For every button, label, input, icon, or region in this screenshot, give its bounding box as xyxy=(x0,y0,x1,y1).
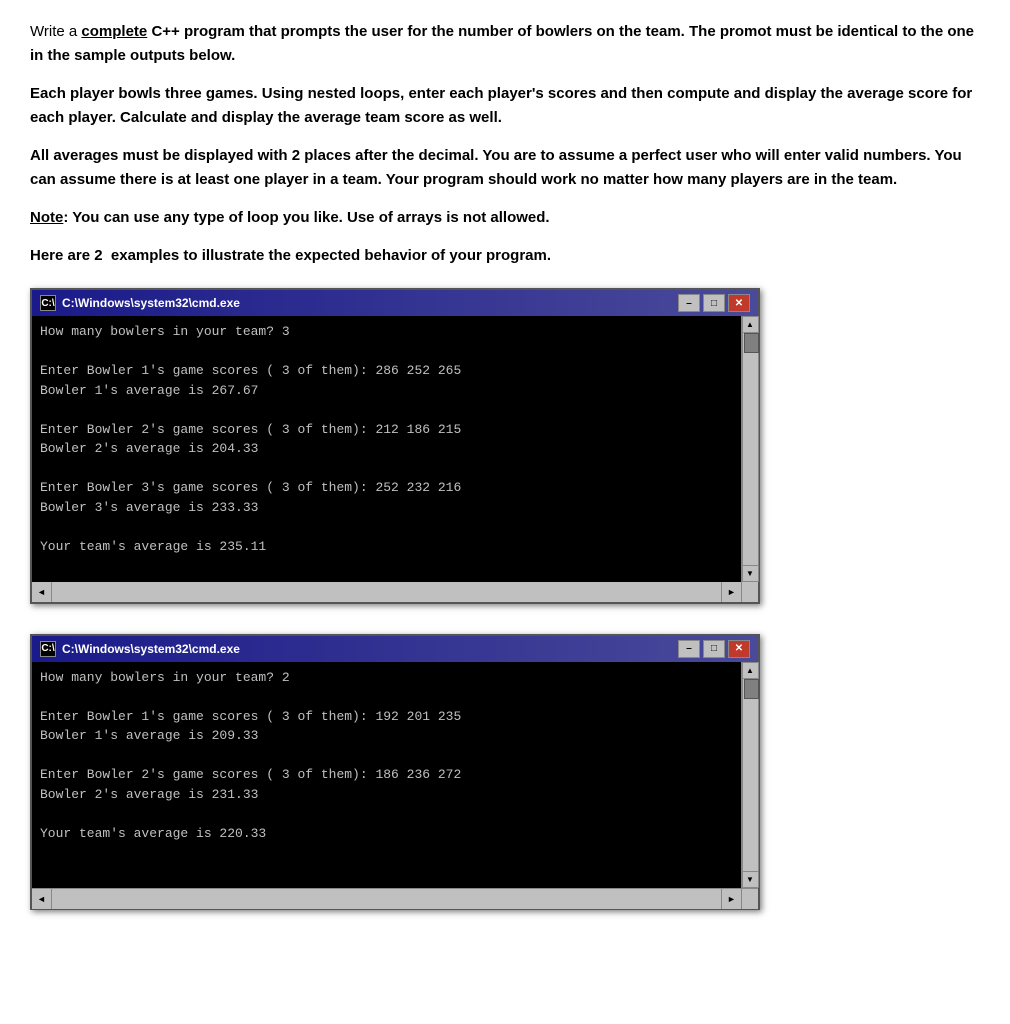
scrollbar-down-arrow-1[interactable]: ▼ xyxy=(742,565,759,582)
cmd-line xyxy=(40,804,733,824)
cmd-line xyxy=(40,556,733,576)
cmd-window-2: C:\ C:\Windows\system32\cmd.exe – □ ✕ Ho… xyxy=(30,634,760,911)
statusbar-track-2[interactable] xyxy=(52,889,721,909)
paragraph-4: Note: You can use any type of loop you l… xyxy=(30,206,980,230)
underline-complete: complete xyxy=(81,23,147,40)
cmd-statusbar-1: ◄ ► xyxy=(32,582,758,602)
cmd-line xyxy=(40,746,733,766)
cmd-statusbar-2: ◄ ► xyxy=(32,888,758,908)
cmd-line xyxy=(40,843,733,863)
cmd-close-btn-1[interactable]: ✕ xyxy=(728,294,750,312)
cmd-titlebar-2: C:\ C:\Windows\system32\cmd.exe – □ ✕ xyxy=(32,636,758,662)
instructions-block: Write a complete C++ program that prompt… xyxy=(30,20,980,268)
cmd-titlebar-left-1: C:\ C:\Windows\system32\cmd.exe xyxy=(40,295,240,311)
cmd-line: Bowler 1's average is 209.33 xyxy=(40,726,733,746)
cmd-close-btn-2[interactable]: ✕ xyxy=(728,640,750,658)
statusbar-corner-1 xyxy=(741,582,758,602)
cmd-icon-1: C:\ xyxy=(40,295,56,311)
cmd-line xyxy=(40,687,733,707)
cmd-line: Bowler 2's average is 204.33 xyxy=(40,439,733,459)
cmd-body-wrapper-1: How many bowlers in your team? 3 Enter B… xyxy=(32,316,758,582)
scrollbar-up-arrow-1[interactable]: ▲ xyxy=(742,316,759,333)
statusbar-left-arrow-2[interactable]: ◄ xyxy=(32,889,52,909)
scrollbar-thumb-2[interactable] xyxy=(744,679,759,699)
cmd-scrollbar-1[interactable]: ▲ ▼ xyxy=(741,316,758,582)
cmd-line: Your team's average is 235.11 xyxy=(40,537,733,557)
cmd-line xyxy=(40,459,733,479)
cmd-body-2: How many bowlers in your team? 2 Enter B… xyxy=(32,662,741,889)
statusbar-right-arrow-1[interactable]: ► xyxy=(721,582,741,602)
paragraph-2: Each player bowls three games. Using nes… xyxy=(30,82,980,130)
cmd-titlebar-buttons-1: – □ ✕ xyxy=(678,294,750,312)
cmd-titlebar-buttons-2: – □ ✕ xyxy=(678,640,750,658)
cmd-line: Bowler 3's average is 233.33 xyxy=(40,498,733,518)
cmd-icon-text-2: C:\ xyxy=(41,643,54,654)
cmd-titlebar-1: C:\ C:\Windows\system32\cmd.exe – □ ✕ xyxy=(32,290,758,316)
paragraph-1: Write a complete C++ program that prompt… xyxy=(30,20,980,68)
statusbar-right-arrow-2[interactable]: ► xyxy=(721,889,741,909)
scrollbar-thumb-1[interactable] xyxy=(744,333,759,353)
cmd-restore-btn-2[interactable]: □ xyxy=(703,640,725,658)
cmd-line xyxy=(40,517,733,537)
cmd-line: Enter Bowler 1's game scores ( 3 of them… xyxy=(40,707,733,727)
cmd-line: Enter Bowler 3's game scores ( 3 of them… xyxy=(40,478,733,498)
cmd-window-1: C:\ C:\Windows\system32\cmd.exe – □ ✕ Ho… xyxy=(30,288,760,604)
paragraph-3: All averages must be displayed with 2 pl… xyxy=(30,144,980,192)
cmd-minimize-btn-2[interactable]: – xyxy=(678,640,700,658)
cmd-minimize-btn-1[interactable]: – xyxy=(678,294,700,312)
cmd-line: How many bowlers in your team? 2 xyxy=(40,668,733,688)
cmd-body-1: How many bowlers in your team? 3 Enter B… xyxy=(32,316,741,582)
cmd-titlebar-left-2: C:\ C:\Windows\system32\cmd.exe xyxy=(40,641,240,657)
cmd-body-wrapper-2: How many bowlers in your team? 2 Enter B… xyxy=(32,662,758,889)
cmd-icon-2: C:\ xyxy=(40,641,56,657)
paragraph-5: Here are 2 examples to illustrate the ex… xyxy=(30,244,980,268)
note-label: Note xyxy=(30,209,63,226)
cmd-line: Enter Bowler 2's game scores ( 3 of them… xyxy=(40,765,733,785)
cmd-icon-text-1: C:\ xyxy=(41,298,54,309)
cmd-restore-btn-1[interactable]: □ xyxy=(703,294,725,312)
statusbar-track-1[interactable] xyxy=(52,582,721,602)
statusbar-corner-2 xyxy=(741,889,758,909)
cmd-scrollbar-2[interactable]: ▲ ▼ xyxy=(741,662,758,889)
cmd-line xyxy=(40,400,733,420)
cmd-title-2: C:\Windows\system32\cmd.exe xyxy=(62,642,240,656)
cmd-line: Enter Bowler 2's game scores ( 3 of them… xyxy=(40,420,733,440)
cmd-line: How many bowlers in your team? 3 xyxy=(40,322,733,342)
cmd-line: Bowler 1's average is 267.67 xyxy=(40,381,733,401)
cmd-title-1: C:\Windows\system32\cmd.exe xyxy=(62,296,240,310)
cmd-line: Enter Bowler 1's game scores ( 3 of them… xyxy=(40,361,733,381)
cmd-line xyxy=(40,342,733,362)
cmd-line: Bowler 2's average is 231.33 xyxy=(40,785,733,805)
scrollbar-up-arrow-2[interactable]: ▲ xyxy=(742,662,759,679)
cmd-line: Your team's average is 220.33 xyxy=(40,824,733,844)
scrollbar-track-2[interactable] xyxy=(742,679,759,872)
statusbar-left-arrow-1[interactable]: ◄ xyxy=(32,582,52,602)
scrollbar-track-1[interactable] xyxy=(742,333,759,565)
scrollbar-down-arrow-2[interactable]: ▼ xyxy=(742,871,759,888)
cmd-line xyxy=(40,863,733,883)
